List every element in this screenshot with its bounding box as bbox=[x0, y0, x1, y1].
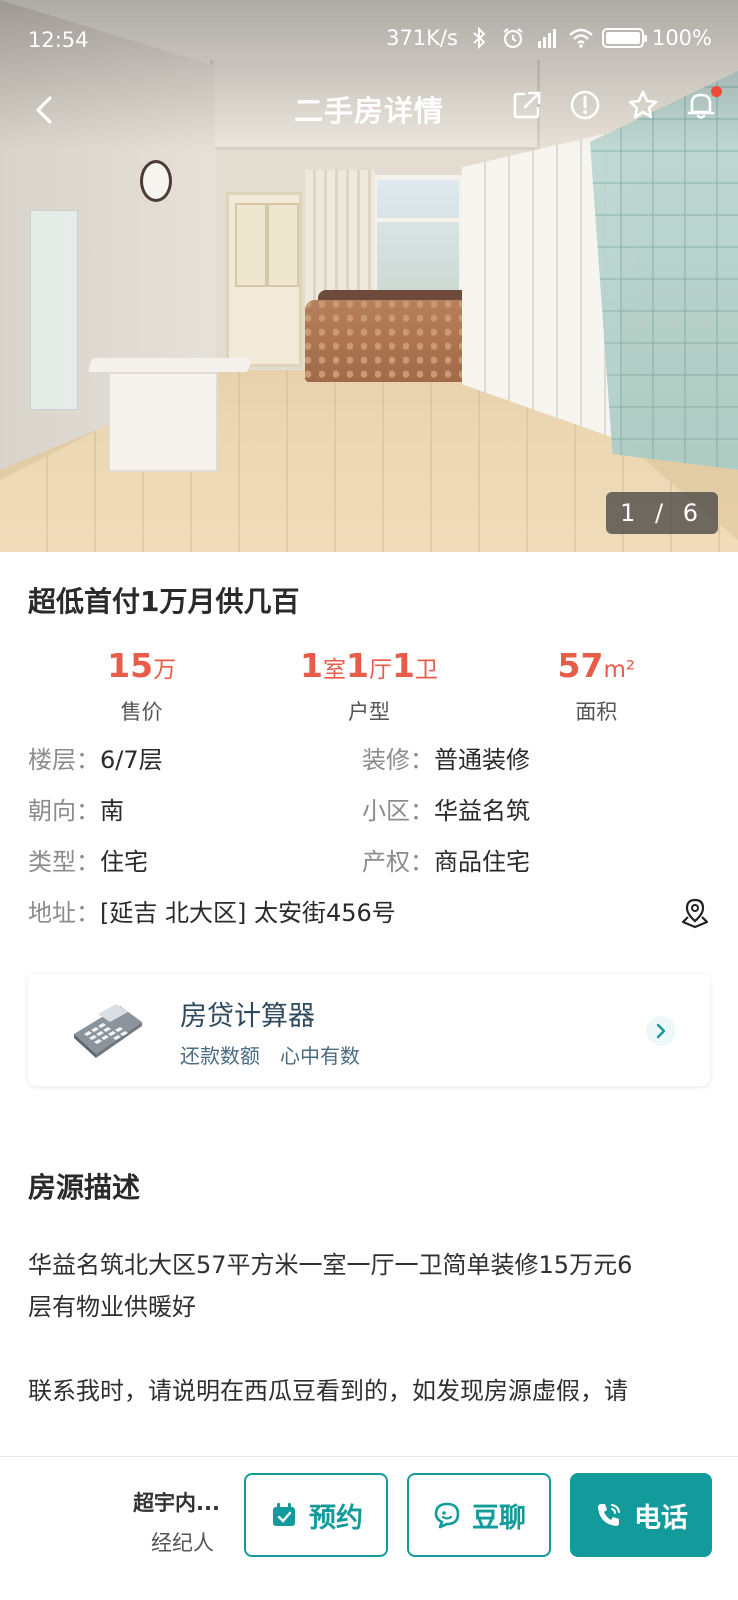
price-unit: 万 bbox=[153, 657, 177, 683]
address-key: 地址： bbox=[28, 899, 100, 927]
alarm-icon bbox=[503, 28, 523, 49]
rooms-count: 1 bbox=[300, 646, 323, 685]
property-key: 产权： bbox=[362, 848, 434, 876]
halls-unit: 厅 bbox=[368, 657, 392, 683]
calculator-subtitle: 还款数额 心中有数 bbox=[180, 1044, 360, 1068]
call-label: 电话 bbox=[634, 1502, 688, 1534]
photo-window bbox=[372, 175, 464, 295]
appointment-label: 预约 bbox=[309, 1502, 363, 1534]
call-button[interactable]: 电话 bbox=[570, 1473, 712, 1557]
status-time: 12:54 bbox=[28, 28, 89, 52]
chat-icon bbox=[434, 1502, 460, 1529]
photo-cabinet bbox=[226, 192, 302, 367]
photo-counter: 1 / 6 bbox=[606, 492, 718, 534]
baths-unit: 卫 bbox=[414, 657, 438, 683]
status-bar: 12:54 371K/s 100% bbox=[0, 24, 738, 58]
status-battery: 100% bbox=[651, 26, 712, 50]
layout-stat: 1室1厅1卫 户型 bbox=[255, 644, 482, 726]
area-value: 57 bbox=[557, 646, 604, 685]
floor-value: 6/7层 bbox=[100, 746, 163, 774]
battery-icon bbox=[601, 28, 647, 48]
photo-desk-top bbox=[87, 358, 253, 372]
type-value: 住宅 bbox=[100, 848, 148, 876]
price-stat: 15万 售价 bbox=[28, 644, 255, 726]
info-row-type: 类型：住宅 产权：商品住宅 bbox=[28, 846, 710, 878]
notification-dot bbox=[711, 86, 722, 97]
price-label: 售价 bbox=[120, 700, 163, 724]
community-value[interactable]: 华益名筑 bbox=[434, 797, 530, 825]
status-net-speed: 371K/s bbox=[386, 26, 458, 50]
photo-sofa bbox=[305, 300, 483, 382]
info-row-address: 地址：[延吉 北大区] 太安街456号 bbox=[28, 897, 710, 929]
rooms-unit: 室 bbox=[323, 657, 346, 683]
mortgage-calculator-card[interactable]: 房贷计算器 还款数额 心中有数 bbox=[28, 974, 710, 1086]
phone-icon bbox=[598, 1504, 620, 1526]
notification-button[interactable] bbox=[684, 86, 722, 122]
description-line: 联系我时，请说明在西瓜豆看到的，如发现房源虚假，请 bbox=[28, 1377, 628, 1405]
photo-desk-unit bbox=[108, 372, 218, 472]
photo-clock bbox=[140, 160, 172, 202]
calendar-icon bbox=[273, 1503, 295, 1526]
floor-key: 楼层： bbox=[28, 746, 100, 774]
area-unit: m² bbox=[603, 657, 636, 683]
description-line: 层有物业供暖好 bbox=[28, 1293, 196, 1321]
chevron-right-icon[interactable] bbox=[646, 1016, 676, 1046]
photo-wall-panel bbox=[30, 210, 78, 410]
calculator-title: 房贷计算器 bbox=[180, 1001, 315, 1032]
description-line: 华益名筑北大区57平方米一室一厅一卫简单装修15万元6 bbox=[28, 1251, 633, 1279]
info-row-floor: 楼层：6/7层 装修：普通装修 bbox=[28, 744, 710, 776]
area-label: 面积 bbox=[575, 700, 618, 724]
address-value: [延吉 北大区] 太安街456号 bbox=[100, 899, 396, 927]
info-row-orientation: 朝向：南 小区：华益名筑 bbox=[28, 795, 710, 827]
baths-count: 1 bbox=[391, 646, 415, 685]
signal-icon bbox=[537, 29, 556, 48]
chat-button[interactable]: 豆聊 bbox=[407, 1473, 551, 1557]
halls-count: 1 bbox=[346, 646, 369, 685]
bottom-action-bar: 超宇内... 经纪人 预约 豆聊 电话 bbox=[0, 1456, 738, 1600]
description-title: 房源描述 bbox=[28, 1171, 141, 1204]
chat-label: 豆聊 bbox=[472, 1502, 526, 1534]
decor-key: 装修： bbox=[362, 746, 434, 774]
report-icon[interactable] bbox=[568, 88, 602, 122]
star-icon[interactable] bbox=[626, 88, 660, 122]
share-icon[interactable] bbox=[510, 88, 544, 122]
community-key: 小区： bbox=[362, 797, 434, 825]
listing-content: 超低首付1万月供几百 15万 售价 1室1厅1卫 户型 57m² 面积 楼层：6… bbox=[0, 552, 738, 1456]
wifi-icon bbox=[569, 28, 593, 48]
decor-value: 普通装修 bbox=[434, 746, 530, 774]
area-stat: 57m² 面积 bbox=[483, 644, 710, 726]
orientation-key: 朝向： bbox=[28, 797, 100, 825]
property-value: 商品住宅 bbox=[434, 848, 530, 876]
key-stats: 15万 售价 1室1厅1卫 户型 57m² 面积 bbox=[28, 644, 710, 726]
agent-role: 经纪人 bbox=[151, 1531, 214, 1555]
listing-title: 超低首付1万月供几百 bbox=[28, 585, 300, 618]
price-value: 15 bbox=[107, 646, 154, 685]
layout-label: 户型 bbox=[347, 700, 390, 724]
orientation-value: 南 bbox=[100, 797, 124, 825]
location-icon[interactable] bbox=[680, 897, 710, 929]
appointment-button[interactable]: 预约 bbox=[244, 1473, 388, 1557]
bluetooth-icon bbox=[473, 26, 486, 50]
nav-bar: 二手房详情 bbox=[0, 80, 738, 140]
type-key: 类型： bbox=[28, 848, 100, 876]
agent-name[interactable]: 超宇内... bbox=[110, 1487, 220, 1517]
calculator-icon bbox=[74, 1004, 142, 1058]
